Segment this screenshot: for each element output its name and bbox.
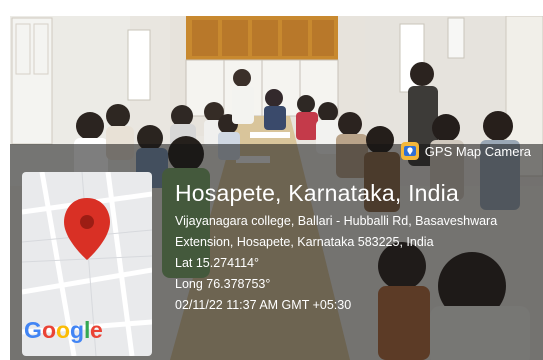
location-info: Hosapete, Karnataka, India Vijayanagara … xyxy=(175,180,497,319)
svg-text:o: o xyxy=(56,317,70,343)
gps-app-name: GPS Map Camera xyxy=(424,143,531,159)
svg-text:o: o xyxy=(42,317,56,343)
gps-camera-icon xyxy=(400,142,419,160)
svg-text:e: e xyxy=(90,317,103,343)
photo-frame: GPS Map Camera G o o g l e Hosapete, Kar… xyxy=(10,16,543,360)
svg-text:g: g xyxy=(70,317,84,343)
latitude-value: Lat 15.274114° xyxy=(175,256,260,270)
address-line-2: Extension, Hosapete, Karnataka 583225, I… xyxy=(175,235,434,249)
google-logo: G o o g l e xyxy=(24,317,103,343)
longitude-value: Long 76.378753° xyxy=(175,277,271,291)
gps-app-label: GPS Map Camera xyxy=(400,142,531,160)
svg-text:G: G xyxy=(24,317,42,343)
location-title: Hosapete, Karnataka, India xyxy=(175,180,459,206)
map-thumbnail: G o o g l e xyxy=(22,172,152,356)
timestamp-value: 02/11/22 11:37 AM GMT +05:30 xyxy=(175,298,352,312)
address-line-1: Vijayanagara college, Ballari - Hubballi… xyxy=(175,214,498,228)
